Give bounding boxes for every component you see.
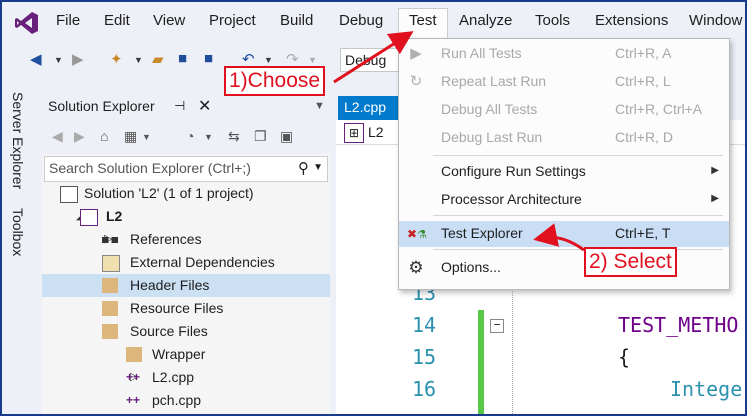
annotation-arrows bbox=[333, 31, 585, 252]
ide-window: File Edit View Project Build Debug Test … bbox=[0, 0, 747, 416]
choose-arrow bbox=[333, 31, 414, 84]
annotation-select: 2) Select bbox=[584, 247, 677, 277]
annotation-choose: 1)Choose bbox=[224, 66, 326, 96]
select-arrow bbox=[533, 223, 585, 252]
